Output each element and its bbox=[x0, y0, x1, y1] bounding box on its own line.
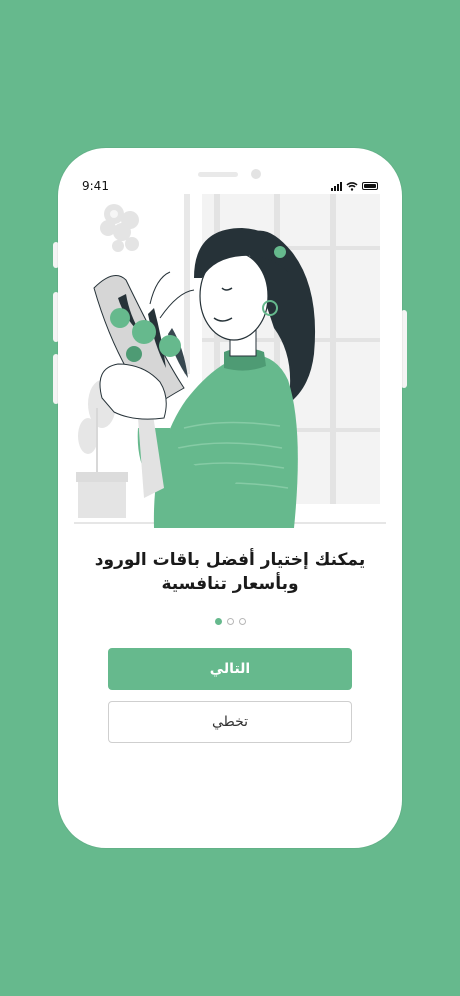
onboarding-headline: يمكنك إختيار أفضل باقات الورود وبأسعار ت… bbox=[78, 548, 382, 596]
wifi-icon bbox=[346, 181, 358, 191]
woman-with-bouquet-illustration bbox=[74, 194, 386, 528]
headline-line-2: وبأسعار تنافسية bbox=[161, 574, 299, 594]
skip-button[interactable]: تخطي bbox=[108, 701, 352, 743]
battery-icon bbox=[362, 182, 378, 190]
status-time: 9:41 bbox=[82, 179, 109, 193]
phone-screen: 9:41 يمكنك إختيار أفضل باقات الورود وبأس… bbox=[58, 148, 402, 848]
page-dot-3[interactable] bbox=[238, 618, 246, 625]
wall-flower-decor bbox=[100, 204, 139, 252]
headline-line-1: يمكنك إختيار أفضل باقات الورود bbox=[94, 550, 366, 570]
next-button[interactable]: التالي bbox=[108, 648, 352, 690]
page-dot-1[interactable] bbox=[214, 618, 222, 625]
page-dot-2[interactable] bbox=[226, 618, 234, 625]
status-icons bbox=[331, 181, 378, 191]
status-bar: 9:41 bbox=[82, 174, 378, 198]
signal-icon bbox=[331, 181, 342, 191]
page-indicator bbox=[58, 618, 402, 625]
